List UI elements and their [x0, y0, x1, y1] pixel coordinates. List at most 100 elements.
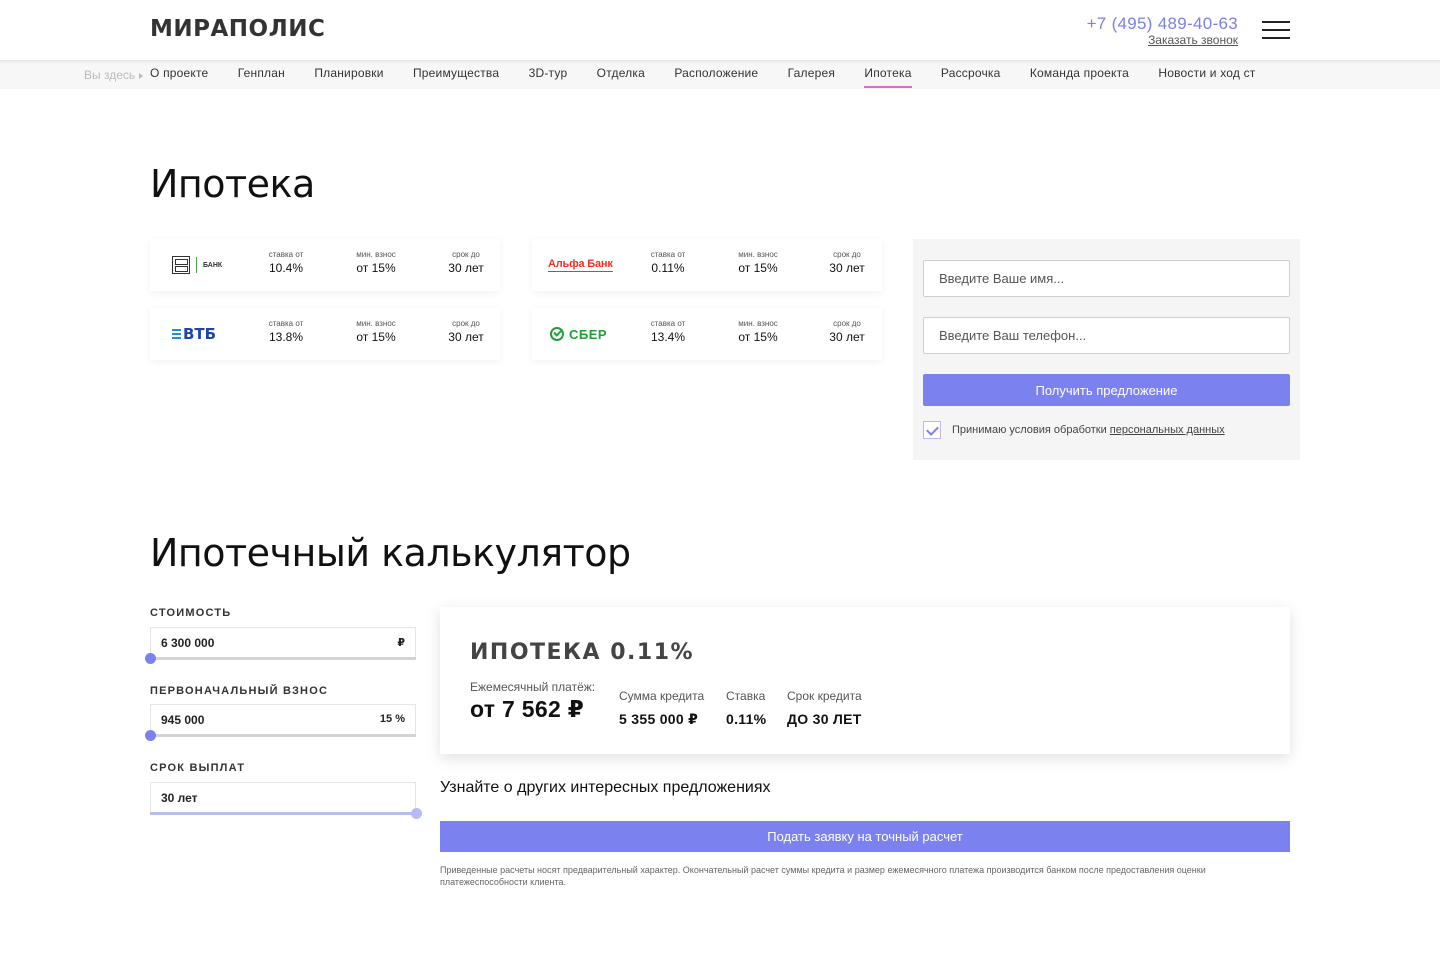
vtb-logo-icon	[172, 329, 181, 339]
loan-term-label: Срок кредита	[787, 689, 862, 703]
rate-label: ставка от	[650, 250, 686, 259]
monthly-value: от 7 562 ₽	[470, 696, 585, 722]
callback-link[interactable]: Заказать звонок	[1148, 33, 1238, 47]
request-calculation-button[interactable]: Подать заявку на точный расчет	[440, 821, 1290, 852]
down-payment-slider[interactable]	[145, 730, 416, 741]
rate-value: 13.4%	[650, 330, 686, 344]
bank-card-vtb[interactable]: ВТБ ставка от 13.8% мин. взнос от 15% срок…	[150, 308, 500, 360]
down-label: мин. взнос	[738, 250, 778, 259]
site-logo[interactable]: МИРАПОЛИС	[150, 16, 325, 42]
cost-slider[interactable]	[145, 653, 416, 664]
nav-item-news[interactable]: Новости и ход ст	[1158, 66, 1255, 86]
nav-item-about[interactable]: О проекте	[150, 66, 208, 86]
term-label: срок до	[833, 319, 861, 328]
term-label: СРОК ВЫПЛАТ	[150, 762, 246, 774]
alfa-logo: Альфа Банк	[548, 253, 613, 277]
phone-input[interactable]	[923, 317, 1290, 354]
domrf-logo-icon	[172, 256, 190, 274]
cost-field[interactable]: 6 300 000 ₽	[150, 627, 416, 657]
bank-card-domrf[interactable]: БАНК ставка от 10.4% мин. взнос от 15% сро…	[150, 239, 500, 291]
breadcrumb-label: Вы здесь	[84, 68, 136, 82]
term-value: 30 лет	[829, 261, 865, 275]
rate-label: ставка от	[268, 319, 304, 328]
loan-value: 5 355 000 ₽	[619, 711, 699, 727]
down-payment-percent: 15 %	[379, 713, 405, 725]
rate-value: 0.11%	[726, 711, 767, 727]
term-label: срок до	[452, 319, 480, 328]
monthly-label: Ежемесячный платёж:	[470, 680, 596, 694]
ruble-icon: ₽	[397, 637, 405, 649]
menu-icon[interactable]	[1262, 21, 1290, 39]
cost-value: 6 300 000	[161, 636, 215, 650]
down-payment-field[interactable]: 945 000 15 %	[150, 704, 416, 734]
nav-item-genplan[interactable]: Генплан	[238, 66, 285, 86]
nav-item-advantages[interactable]: Преимущества	[413, 66, 499, 86]
term-value: 30 лет	[448, 330, 484, 344]
term-slider[interactable]	[150, 808, 422, 819]
nav-item-mortgage[interactable]: Ипотека	[864, 66, 912, 88]
rate-label: ставка от	[268, 250, 304, 259]
offer-form: Получить предложение Принимаю условия об…	[913, 239, 1300, 460]
term-slider-fill	[150, 812, 416, 815]
down-label: мин. взнос	[356, 250, 396, 259]
term-label: срок до	[452, 250, 480, 259]
term-field[interactable]: 30 лет	[150, 782, 416, 812]
rate-label: ставка от	[650, 319, 686, 328]
sber-logo: СБЕР	[550, 322, 607, 346]
vtb-logo-text: ВТБ	[183, 325, 217, 343]
domrf-logo: БАНК	[172, 253, 222, 277]
personal-data-link[interactable]: персональных данных	[1110, 424, 1225, 436]
nav-item-finishing[interactable]: Отделка	[597, 66, 645, 86]
down-value: от 15%	[356, 261, 396, 275]
site-header: МИРАПОЛИС +7 (495) 489-40-63 Заказать зв…	[0, 0, 1440, 60]
phone-number[interactable]: +7 (495) 489-40-63	[1087, 14, 1238, 34]
term-value: 30 лет	[829, 330, 865, 344]
domrf-logo-text: БАНК	[203, 261, 223, 269]
calculator-title: Ипотечный калькулятор	[150, 531, 631, 575]
breadcrumb-arrow-icon	[139, 72, 144, 79]
down-label: мин. взнос	[738, 319, 778, 328]
term-label: срок до	[833, 250, 861, 259]
bank-card-alfa[interactable]: Альфа Банк ставка от 0.11% мин. взнос от 1…	[532, 239, 882, 291]
down-value: от 15%	[356, 330, 396, 344]
consent-row: Принимаю условия обработки персональных …	[923, 421, 1225, 439]
cost-label: СТОИМОСТЬ	[150, 607, 232, 619]
rate-label: Ставка	[726, 689, 766, 703]
rate-value: 13.8%	[268, 330, 304, 344]
result-title: ИПОТЕКА 0.11%	[470, 640, 695, 665]
rate-value: 0.11%	[651, 261, 685, 275]
loan-term-value: ДО 30 ЛЕТ	[787, 711, 862, 727]
mortgage-title: Ипотека	[150, 162, 315, 206]
section-nav: О проекте Генплан Планировки Преимуществ…	[150, 66, 1290, 90]
rate-value: 10.4%	[268, 261, 304, 275]
nav-item-layouts[interactable]: Планировки	[314, 66, 383, 86]
down-label: мин. взнос	[356, 319, 396, 328]
sber-check-icon	[550, 327, 564, 341]
result-card: ИПОТЕКА 0.11% Ежемесячный платёж: от 7 5…	[440, 607, 1290, 754]
consent-checkbox[interactable]	[923, 421, 941, 439]
nav-item-installment[interactable]: Рассрочка	[941, 66, 1001, 86]
down-payment-label: ПЕРВОНАЧАЛЬНЫЙ ВЗНОС	[150, 685, 329, 697]
down-payment-slider-thumb[interactable]	[145, 730, 156, 741]
nav-item-location[interactable]: Расположение	[674, 66, 758, 86]
term-slider-thumb[interactable]	[411, 808, 422, 819]
bank-card-sber[interactable]: СБЕР ставка от 13.4% мин. взнос от 15% сро…	[532, 308, 882, 360]
alfa-logo-text: Альфа Банк	[548, 258, 613, 272]
down-payment-value: 945 000	[161, 713, 205, 727]
down-value: от 15%	[738, 330, 778, 344]
breadcrumb: Вы здесь	[84, 68, 144, 82]
nav-item-team[interactable]: Команда проекта	[1030, 66, 1129, 86]
cost-slider-thumb[interactable]	[145, 653, 156, 664]
vtb-logo: ВТБ	[172, 322, 216, 346]
get-offer-button[interactable]: Получить предложение	[923, 374, 1290, 406]
loan-label: Сумма кредита	[619, 689, 705, 703]
name-input[interactable]	[923, 260, 1290, 297]
sber-logo-text: СБЕР	[569, 326, 608, 342]
consent-text: Принимаю условия обработки	[952, 424, 1107, 436]
term-value: 30 лет	[448, 261, 484, 275]
disclaimer: Приведенные расчеты носят предварительны…	[440, 865, 1206, 887]
nav-item-3d-tour[interactable]: 3D-тур	[529, 66, 568, 86]
term-value: 30 лет	[161, 791, 198, 805]
down-value: от 15%	[738, 261, 778, 275]
nav-item-gallery[interactable]: Галерея	[788, 66, 835, 86]
